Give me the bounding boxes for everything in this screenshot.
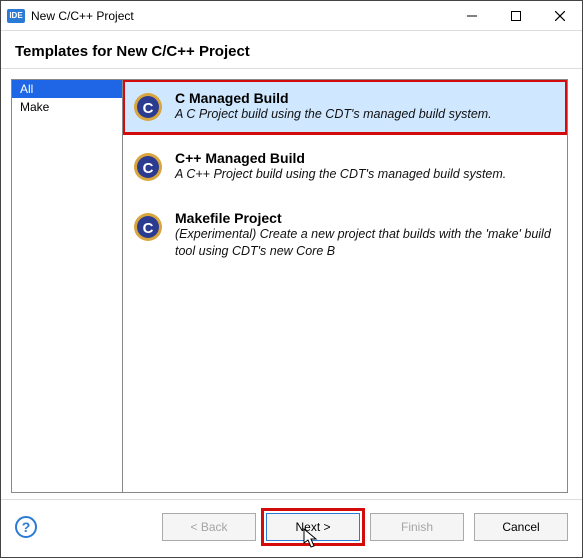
- titlebar: IDE New C/C++ Project: [1, 1, 582, 31]
- template-desc: A C++ Project build using the CDT's mana…: [175, 166, 557, 183]
- next-button-label: Next >: [295, 520, 330, 534]
- svg-text:C: C: [143, 160, 154, 177]
- minimize-button[interactable]: [450, 1, 494, 31]
- c-icon: C: [131, 90, 165, 124]
- template-text: Makefile Project (Experimental) Create a…: [175, 210, 557, 260]
- help-button[interactable]: ?: [15, 516, 37, 538]
- template-item-c-managed[interactable]: C C Managed Build A C Project build usin…: [123, 80, 567, 134]
- template-desc: (Experimental) Create a new project that…: [175, 226, 557, 260]
- minimize-icon: [467, 11, 477, 21]
- app-icon: IDE: [7, 9, 25, 23]
- template-title: Makefile Project: [175, 210, 557, 226]
- maximize-button[interactable]: [494, 1, 538, 31]
- template-list[interactable]: C C Managed Build A C Project build usin…: [123, 79, 568, 493]
- close-button[interactable]: [538, 1, 582, 31]
- template-title: C++ Managed Build: [175, 150, 557, 166]
- cpp-icon: C: [131, 150, 165, 184]
- category-list[interactable]: All Make: [11, 79, 123, 493]
- finish-button: Finish: [370, 513, 464, 541]
- template-text: C++ Managed Build A C++ Project build us…: [175, 150, 557, 183]
- template-title: C Managed Build: [175, 90, 557, 106]
- close-icon: [555, 11, 565, 21]
- makefile-icon: C: [131, 210, 165, 244]
- template-desc: A C Project build using the CDT's manage…: [175, 106, 557, 123]
- window-title: New C/C++ Project: [31, 9, 450, 23]
- next-button[interactable]: Next >: [266, 513, 360, 541]
- category-item-make[interactable]: Make: [12, 98, 122, 116]
- svg-text:C: C: [143, 100, 154, 117]
- wizard-header: Templates for New C/C++ Project: [1, 31, 582, 69]
- svg-text:C: C: [143, 220, 154, 237]
- template-item-makefile[interactable]: C Makefile Project (Experimental) Create…: [123, 200, 567, 270]
- dialog-window: IDE New C/C++ Project Templates for New …: [0, 0, 583, 558]
- wizard-content: All Make C C Managed Build A C Project b…: [1, 69, 582, 499]
- template-item-cpp-managed[interactable]: C C++ Managed Build A C++ Project build …: [123, 140, 567, 194]
- button-bar: ? < Back Next > Finish Cancel: [1, 499, 582, 557]
- category-item-all[interactable]: All: [12, 80, 122, 98]
- template-text: C Managed Build A C Project build using …: [175, 90, 557, 123]
- page-title: Templates for New C/C++ Project: [15, 43, 568, 60]
- maximize-icon: [511, 11, 521, 21]
- back-button: < Back: [162, 513, 256, 541]
- cancel-button[interactable]: Cancel: [474, 513, 568, 541]
